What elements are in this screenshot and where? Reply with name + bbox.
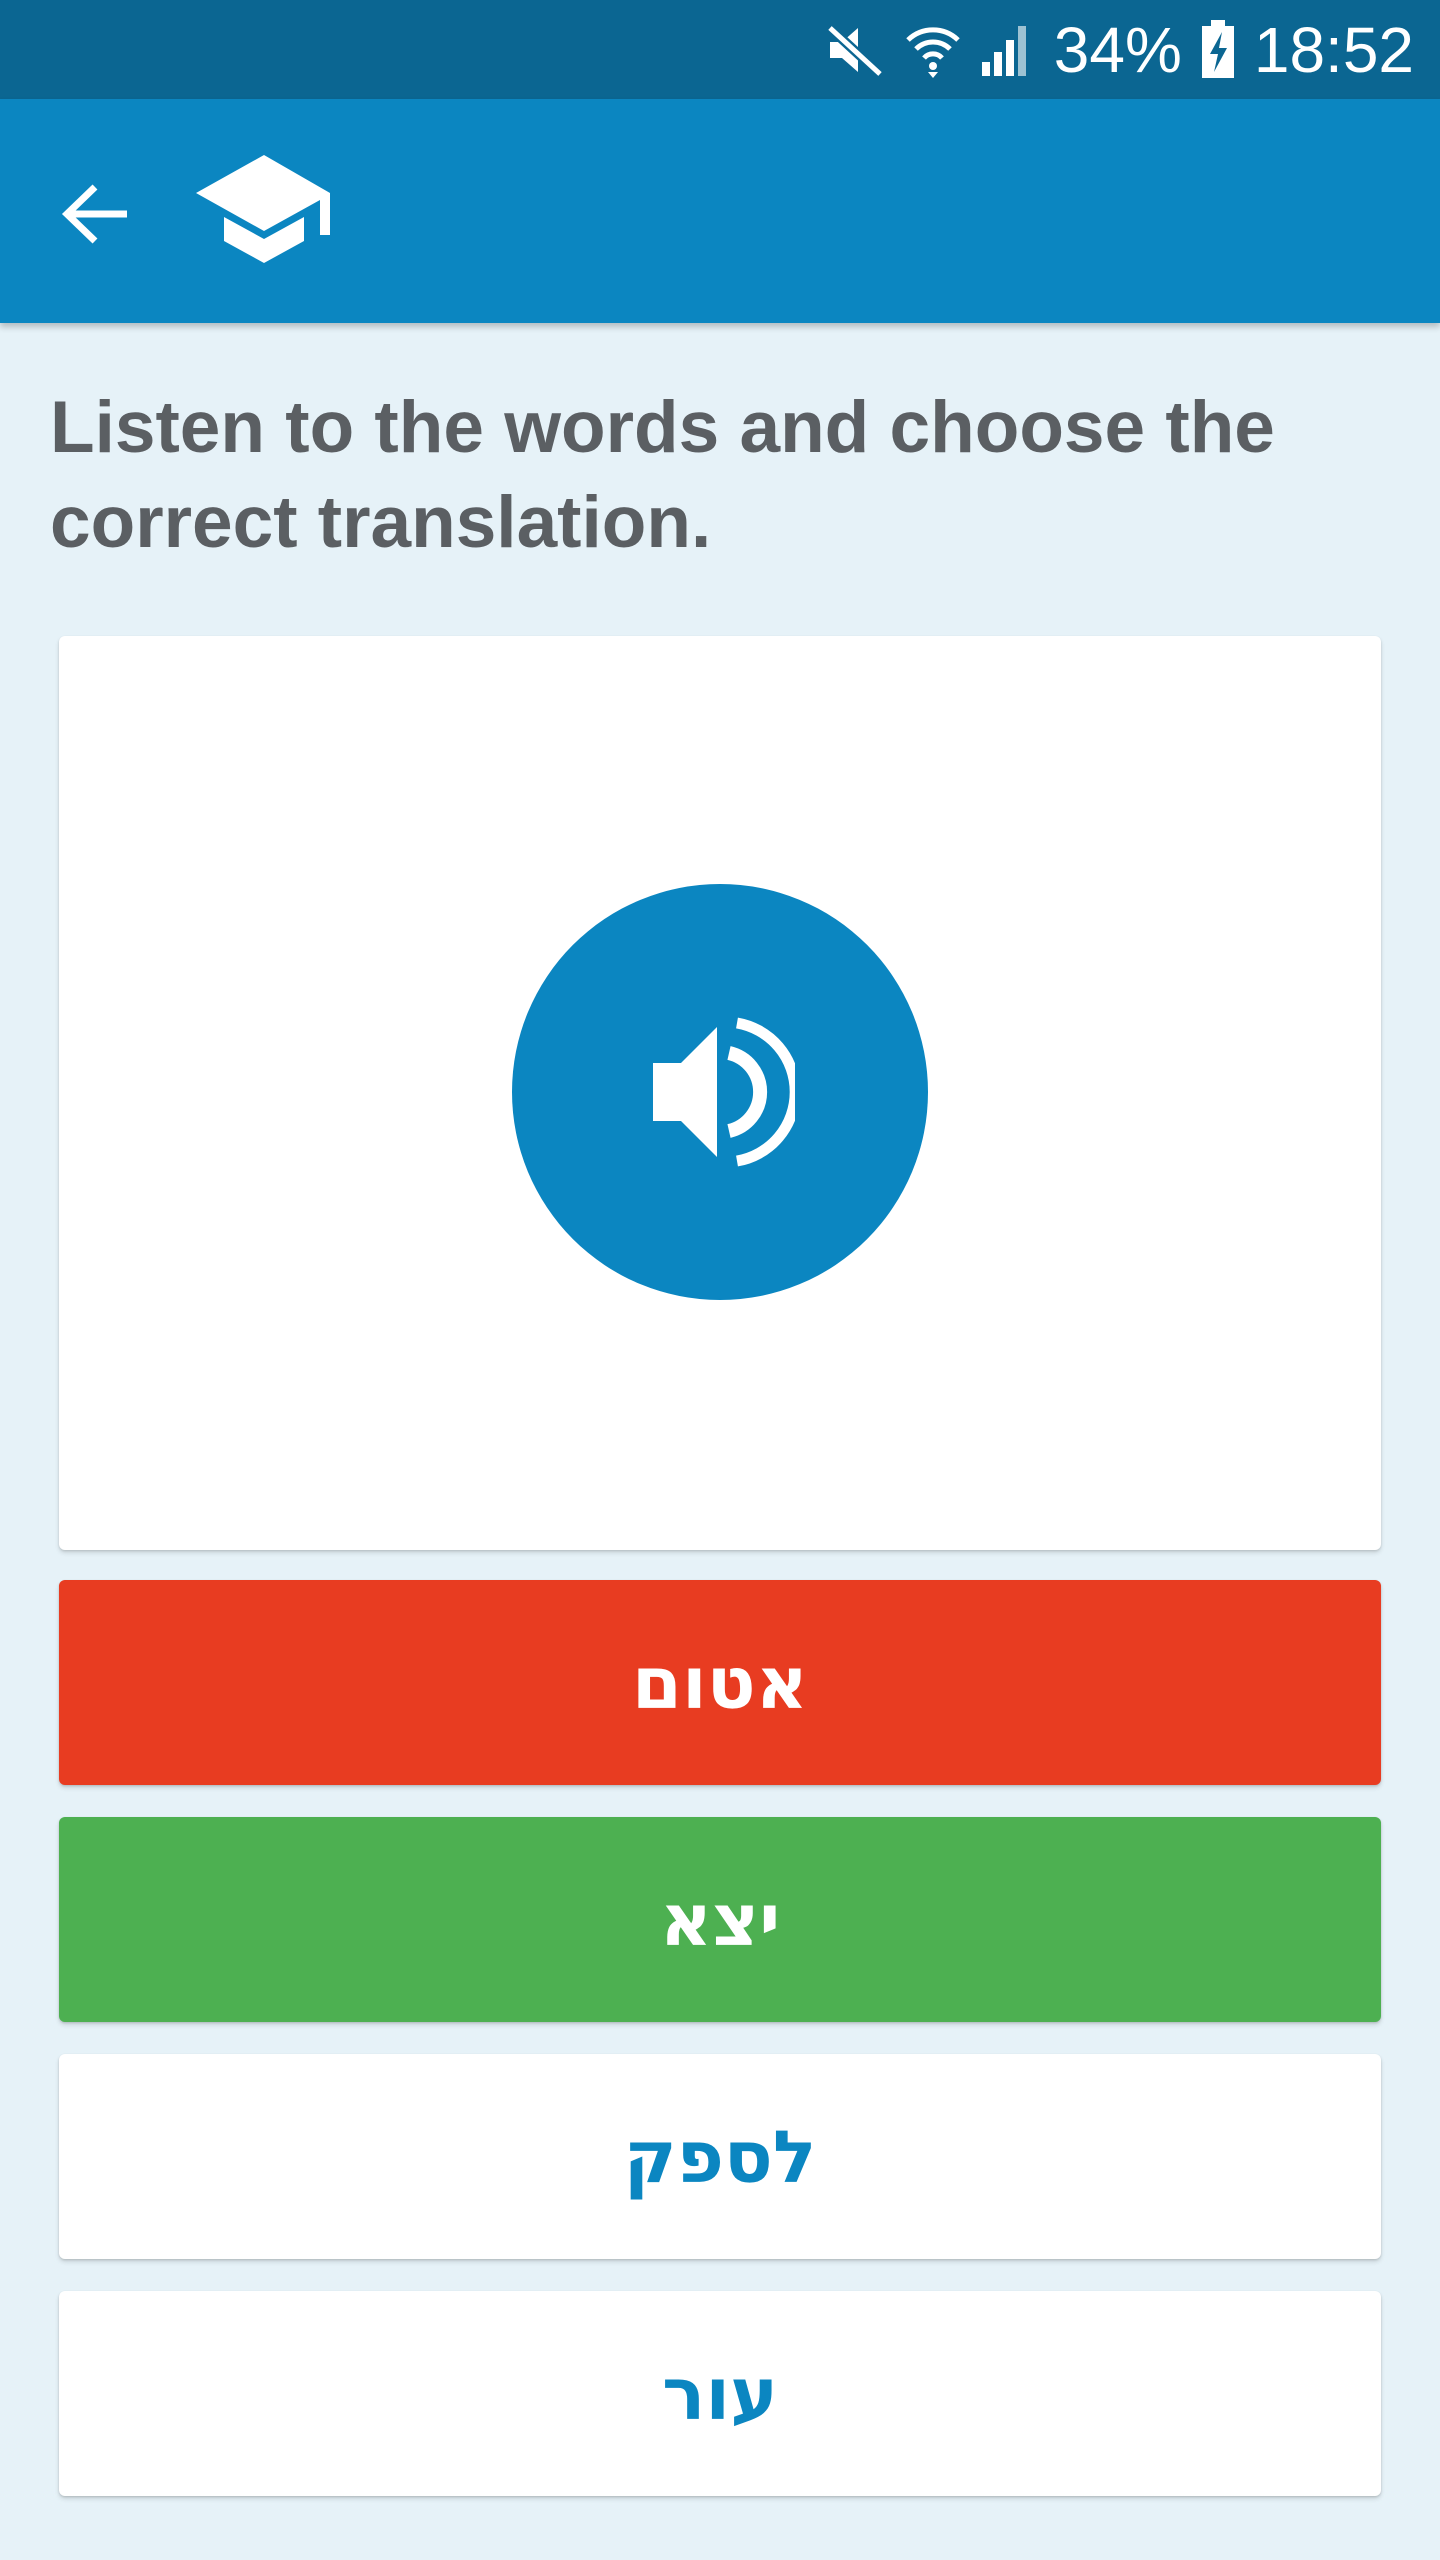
app-bar [0,99,1440,323]
battery-charging-icon [1200,19,1236,80]
play-audio-button[interactable] [512,884,928,1300]
graduation-cap-icon [196,155,330,263]
status-icons: 34% 18:52 [824,0,1414,99]
battery-percent: 34% [1053,13,1182,86]
answer-option-1[interactable]: אטום [59,1580,1381,1785]
answer-option-4[interactable]: עור [59,2291,1381,2496]
answer-option-2[interactable]: יצא [59,1817,1381,2022]
status-bar: 34% 18:52 [0,0,1440,99]
speaker-volume-icon [653,1017,795,1167]
status-time: 18:52 [1253,13,1414,86]
instruction-text: Listen to the words and choose the corre… [50,387,1275,563]
arrow-left-icon [61,184,127,244]
mute-icon [824,22,886,78]
cell-signal-icon [980,22,1036,78]
back-button[interactable] [40,159,150,269]
audio-card [59,636,1381,1550]
answer-option-3[interactable]: לספק [59,2054,1381,2259]
wifi-icon [904,22,962,78]
